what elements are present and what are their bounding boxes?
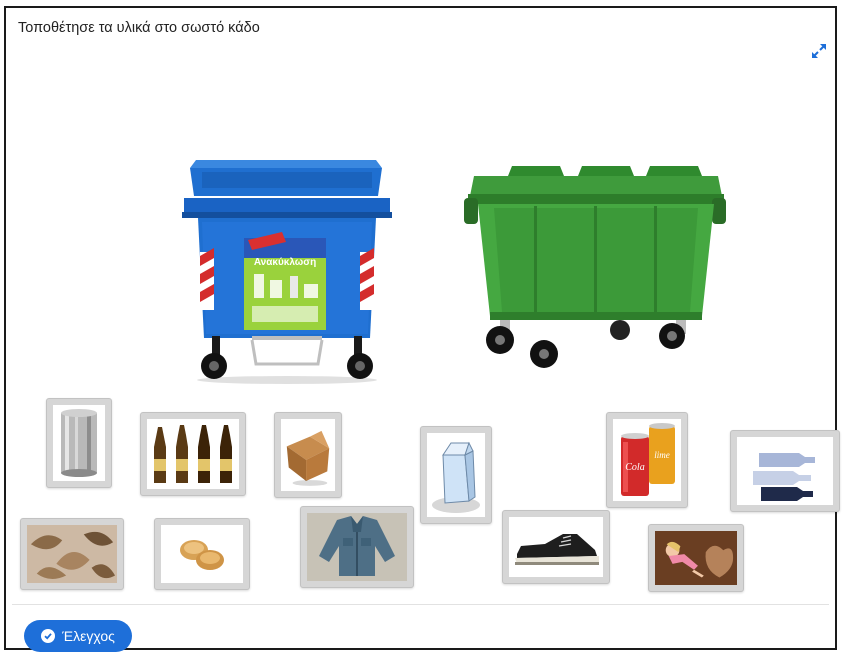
item-cardboard-box[interactable]: [274, 412, 342, 498]
tin-can-icon: [61, 409, 97, 477]
item-plastic-bottles[interactable]: [730, 430, 840, 512]
item-sneaker[interactable]: [502, 510, 610, 584]
blue-bin-image: Ανακύκλωση: [182, 160, 392, 384]
item-glass-bottles[interactable]: [140, 412, 246, 496]
dry-leaves-icon: [27, 525, 117, 583]
milk-carton-icon: [432, 441, 480, 513]
check-circle-icon: [41, 629, 56, 643]
instruction-text: Τοποθέτησε τα υλικά στο σωστό κάδο: [18, 20, 260, 36]
cardboard-box-icon: [286, 430, 330, 486]
glass-bottles-icon: [154, 425, 232, 483]
sneaker-icon: [515, 534, 599, 565]
item-tin-can[interactable]: [46, 398, 112, 488]
plastic-bottles-icon: [753, 453, 815, 501]
activity-frame: Τοποθέτησε τα υλικά στο σωστό κάδο Ανακύ…: [4, 6, 840, 652]
svg-text:lime: lime: [654, 450, 670, 460]
soda-cans-icon: lime Cola: [621, 423, 675, 496]
item-denim-jacket[interactable]: [300, 506, 414, 588]
item-milk-carton[interactable]: [420, 426, 492, 524]
soda-can-label: Cola: [625, 462, 644, 473]
blue-recycling-bin[interactable]: Ανακύκλωση: [182, 156, 392, 386]
denim-jacket-icon: [307, 513, 407, 581]
bread-rolls-icon: [180, 540, 224, 570]
green-general-waste-bin[interactable]: [464, 162, 726, 378]
item-soda-cans[interactable]: lime Cola: [606, 412, 688, 508]
fullscreen-button[interactable]: [808, 40, 830, 62]
check-button-label: Έλεγχος: [62, 628, 115, 644]
check-button[interactable]: Έλεγχος: [24, 620, 132, 652]
footer-divider: [12, 604, 829, 605]
sticker-label: Ανακύκλωση: [254, 257, 316, 268]
item-dry-leaves[interactable]: [20, 518, 124, 590]
doll-and-toys-icon: [655, 531, 737, 585]
item-doll-and-toys[interactable]: [648, 524, 744, 592]
expand-icon: [812, 44, 826, 58]
green-bin-image: [464, 166, 726, 368]
item-bread-rolls[interactable]: [154, 518, 250, 590]
